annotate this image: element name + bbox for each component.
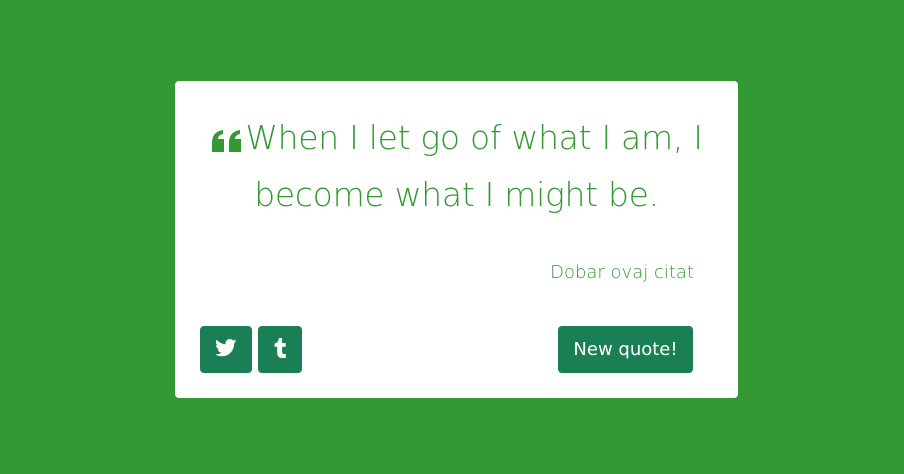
tumblr-icon xyxy=(273,337,287,362)
twitter-icon xyxy=(215,338,237,361)
tweet-button[interactable] xyxy=(200,326,252,373)
quote-author: Dobar ovaj citat xyxy=(550,262,694,283)
new-quote-button[interactable]: New quote! xyxy=(558,326,693,373)
quote-card: When I let go of what I am, I become wha… xyxy=(175,81,738,398)
tumblr-button[interactable] xyxy=(258,326,302,373)
quote-text-block: When I let go of what I am, I become wha… xyxy=(200,109,713,223)
quote-text: When I let go of what I am, I become wha… xyxy=(245,118,703,214)
quote-left-icon xyxy=(210,129,244,152)
